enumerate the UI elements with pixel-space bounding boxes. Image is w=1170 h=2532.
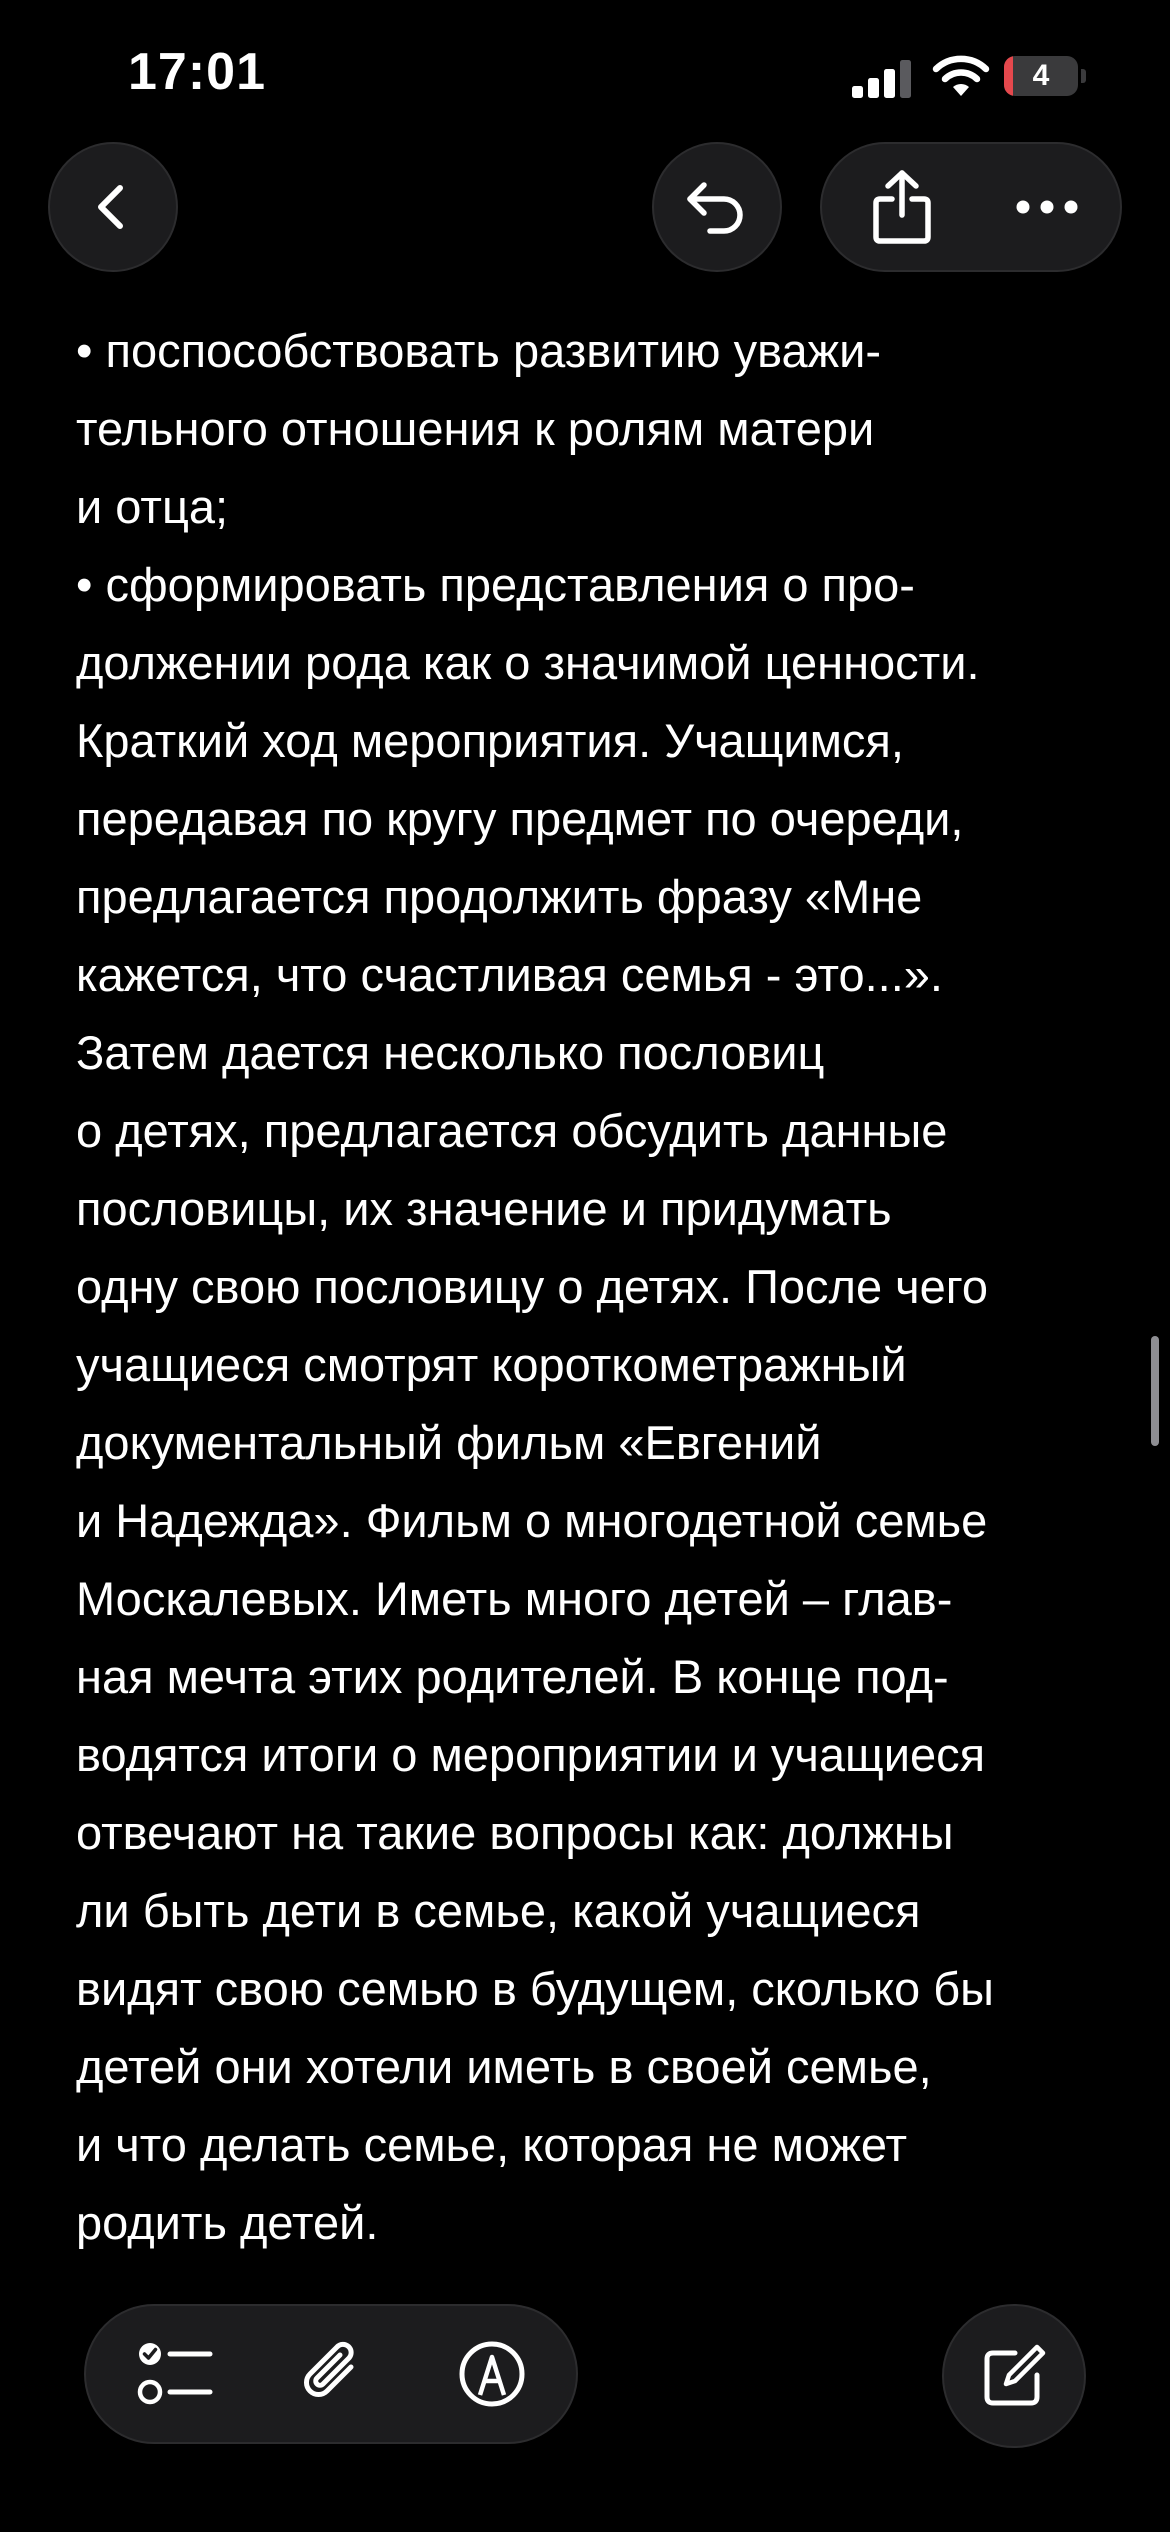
battery-body: 4	[1004, 56, 1078, 96]
checklist-button[interactable]	[106, 2306, 246, 2442]
ellipsis-icon	[1016, 200, 1078, 214]
actions-group	[820, 142, 1122, 272]
note-line: и Надежда». Фильм о многодетной семье	[76, 1494, 988, 1547]
share-icon	[873, 170, 931, 244]
note-line: Затем дается несколько пословиц	[76, 1026, 825, 1079]
scroll-indicator[interactable]	[1151, 1336, 1159, 1446]
note-line: документальный фильм «Евгений	[76, 1416, 822, 1469]
chevron-left-icon	[98, 185, 123, 229]
note-line: • поспособствовать развитию уважи-	[76, 324, 882, 377]
paperclip-icon	[304, 2341, 354, 2397]
markup-pen-icon	[459, 2341, 525, 2407]
battery-level: 4	[1032, 59, 1050, 92]
note-line: Краткий ход мероприятия. Учащимся,	[76, 714, 904, 767]
note-line: ли быть дети в семье, какой учащиеся	[76, 1884, 921, 1937]
note-body[interactable]: • поспособствовать развитию уважи-тельно…	[76, 312, 1116, 2272]
note-line: ная мечта этих родителей. В конце под-	[76, 1650, 949, 1703]
more-button[interactable]	[982, 144, 1112, 270]
note-line: кажется, что счастливая семья - это...».	[76, 948, 943, 1001]
note-line: передавая по кругу предмет по очереди,	[76, 792, 964, 845]
attach-button[interactable]	[264, 2306, 404, 2442]
notes-screen: 17:01 4 • поспособствовать развитию уваж…	[0, 0, 1170, 2532]
checklist-icon	[137, 2343, 213, 2405]
note-line: и отца;	[76, 480, 229, 533]
battery-cap	[1081, 69, 1086, 83]
undo-icon	[687, 182, 743, 234]
note-line: одну свою пословицу о детях. После чего	[76, 1260, 989, 1313]
wifi-icon	[932, 55, 990, 96]
battery-icon: 4	[1004, 56, 1086, 96]
note-line: Москалевых. Иметь много детей – глав-	[76, 1572, 953, 1625]
note-line: предлагается продолжить фразу «Мне	[76, 870, 923, 923]
note-line: водятся итоги о мероприятии и учащиеся	[76, 1728, 986, 1781]
share-button[interactable]	[842, 144, 962, 270]
back-button[interactable]	[48, 142, 178, 272]
note-line: должении рода как о значимой ценности.	[76, 636, 980, 689]
signal-icon	[852, 60, 911, 98]
bottom-toolbar	[84, 2304, 578, 2444]
note-line: детей они хотели иметь в своей семье,	[76, 2040, 932, 2093]
note-line: пословицы, их значение и придумать	[76, 1182, 892, 1235]
compose-button[interactable]	[942, 2304, 1086, 2448]
undo-button[interactable]	[652, 142, 782, 272]
note-line: • сформировать представления о про-	[76, 558, 915, 611]
compose-icon	[984, 2344, 1046, 2406]
note-line: родить детей.	[76, 2196, 379, 2249]
note-line: учащиеся смотрят короткометражный	[76, 1338, 907, 1391]
note-line: и что делать семье, которая не может	[76, 2118, 908, 2171]
note-line: тельного отношения к ролям матери	[76, 402, 875, 455]
note-line: отвечают на такие вопросы как: должны	[76, 1806, 954, 1859]
status-time: 17:01	[128, 43, 266, 101]
note-line: о детях, предлагается обсудить данные	[76, 1104, 948, 1157]
note-line: видят свою семью в будущем, сколько бы	[76, 1962, 994, 2015]
markup-button[interactable]	[422, 2306, 562, 2442]
status-bar: 17:01 4	[0, 0, 1170, 140]
